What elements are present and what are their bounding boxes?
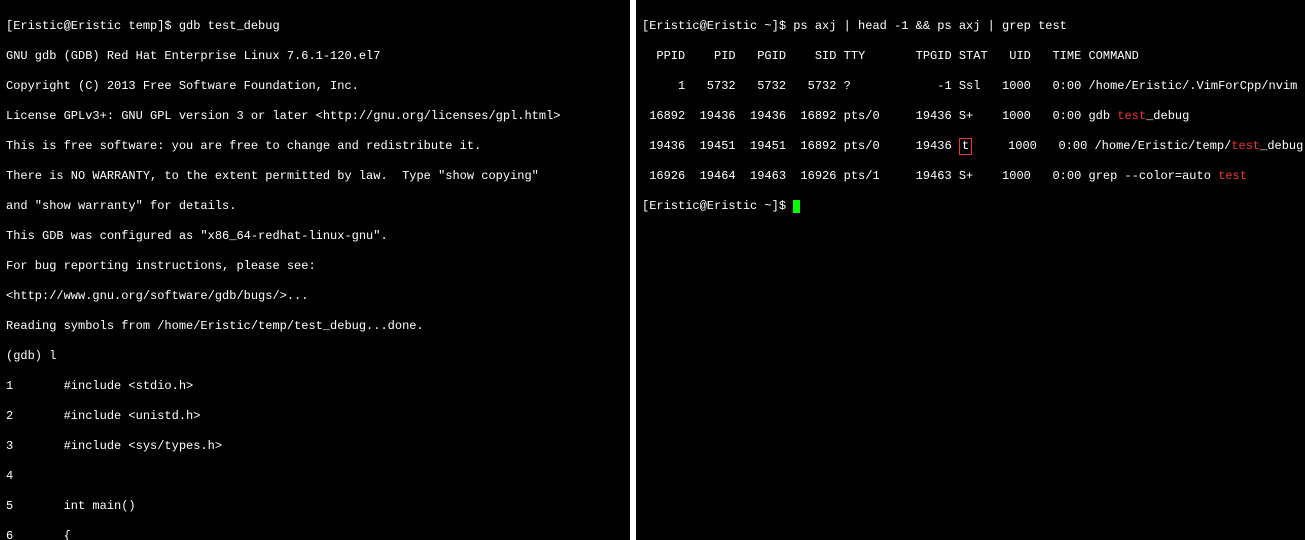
shell-prompt: [Eristic@Eristic temp]$ gdb test_debug xyxy=(6,19,624,34)
shell-prompt-text: [Eristic@Eristic ~]$ xyxy=(642,199,793,213)
shell-cmd-ps: [Eristic@Eristic ~]$ ps axj | head -1 &&… xyxy=(642,19,1299,34)
stat-highlight-box: t xyxy=(959,138,972,155)
ps-row: 1 5732 5732 5732 ? -1 Ssl 1000 0:00 /hom… xyxy=(642,79,1299,94)
gdb-banner: For bug reporting instructions, please s… xyxy=(6,259,624,274)
cursor-icon xyxy=(793,200,800,213)
gdb-banner: GNU gdb (GDB) Red Hat Enterprise Linux 7… xyxy=(6,49,624,64)
src-line: 2 #include <unistd.h> xyxy=(6,409,624,424)
src-line: 1 #include <stdio.h> xyxy=(6,379,624,394)
ps-header: PPID PID PGID SID TTY TPGID STAT UID TIM… xyxy=(642,49,1299,64)
src-line: 3 #include <sys/types.h> xyxy=(6,439,624,454)
gdb-banner: and "show warranty" for details. xyxy=(6,199,624,214)
right-terminal[interactable]: [Eristic@Eristic ~]$ ps axj | head -1 &&… xyxy=(636,0,1305,540)
src-line: 4 xyxy=(6,469,624,484)
gdb-banner: Copyright (C) 2013 Free Software Foundat… xyxy=(6,79,624,94)
ps-row: 16892 19436 19436 16892 pts/0 19436 S+ 1… xyxy=(642,109,1299,124)
shell-prompt[interactable]: [Eristic@Eristic ~]$ xyxy=(642,199,1299,214)
gdb-cmd-list: (gdb) l xyxy=(6,349,624,364)
match-highlight: test xyxy=(1231,139,1260,153)
gdb-banner: License GPLv3+: GNU GPL version 3 or lat… xyxy=(6,109,624,124)
gdb-banner: This GDB was configured as "x86_64-redha… xyxy=(6,229,624,244)
gdb-banner: Reading symbols from /home/Eristic/temp/… xyxy=(6,319,624,334)
src-line: 6 { xyxy=(6,529,624,540)
gdb-banner: There is NO WARRANTY, to the extent perm… xyxy=(6,169,624,184)
gdb-banner: This is free software: you are free to c… xyxy=(6,139,624,154)
match-highlight: test xyxy=(1117,109,1146,123)
gdb-banner: <http://www.gnu.org/software/gdb/bugs/>.… xyxy=(6,289,624,304)
match-highlight: test xyxy=(1218,169,1247,183)
left-terminal[interactable]: [Eristic@Eristic temp]$ gdb test_debug G… xyxy=(0,0,630,540)
ps-row: 16926 19464 19463 16926 pts/1 19463 S+ 1… xyxy=(642,169,1299,184)
ps-row: 19436 19451 19451 16892 pts/0 19436 t 10… xyxy=(642,139,1299,154)
src-line: 5 int main() xyxy=(6,499,624,514)
